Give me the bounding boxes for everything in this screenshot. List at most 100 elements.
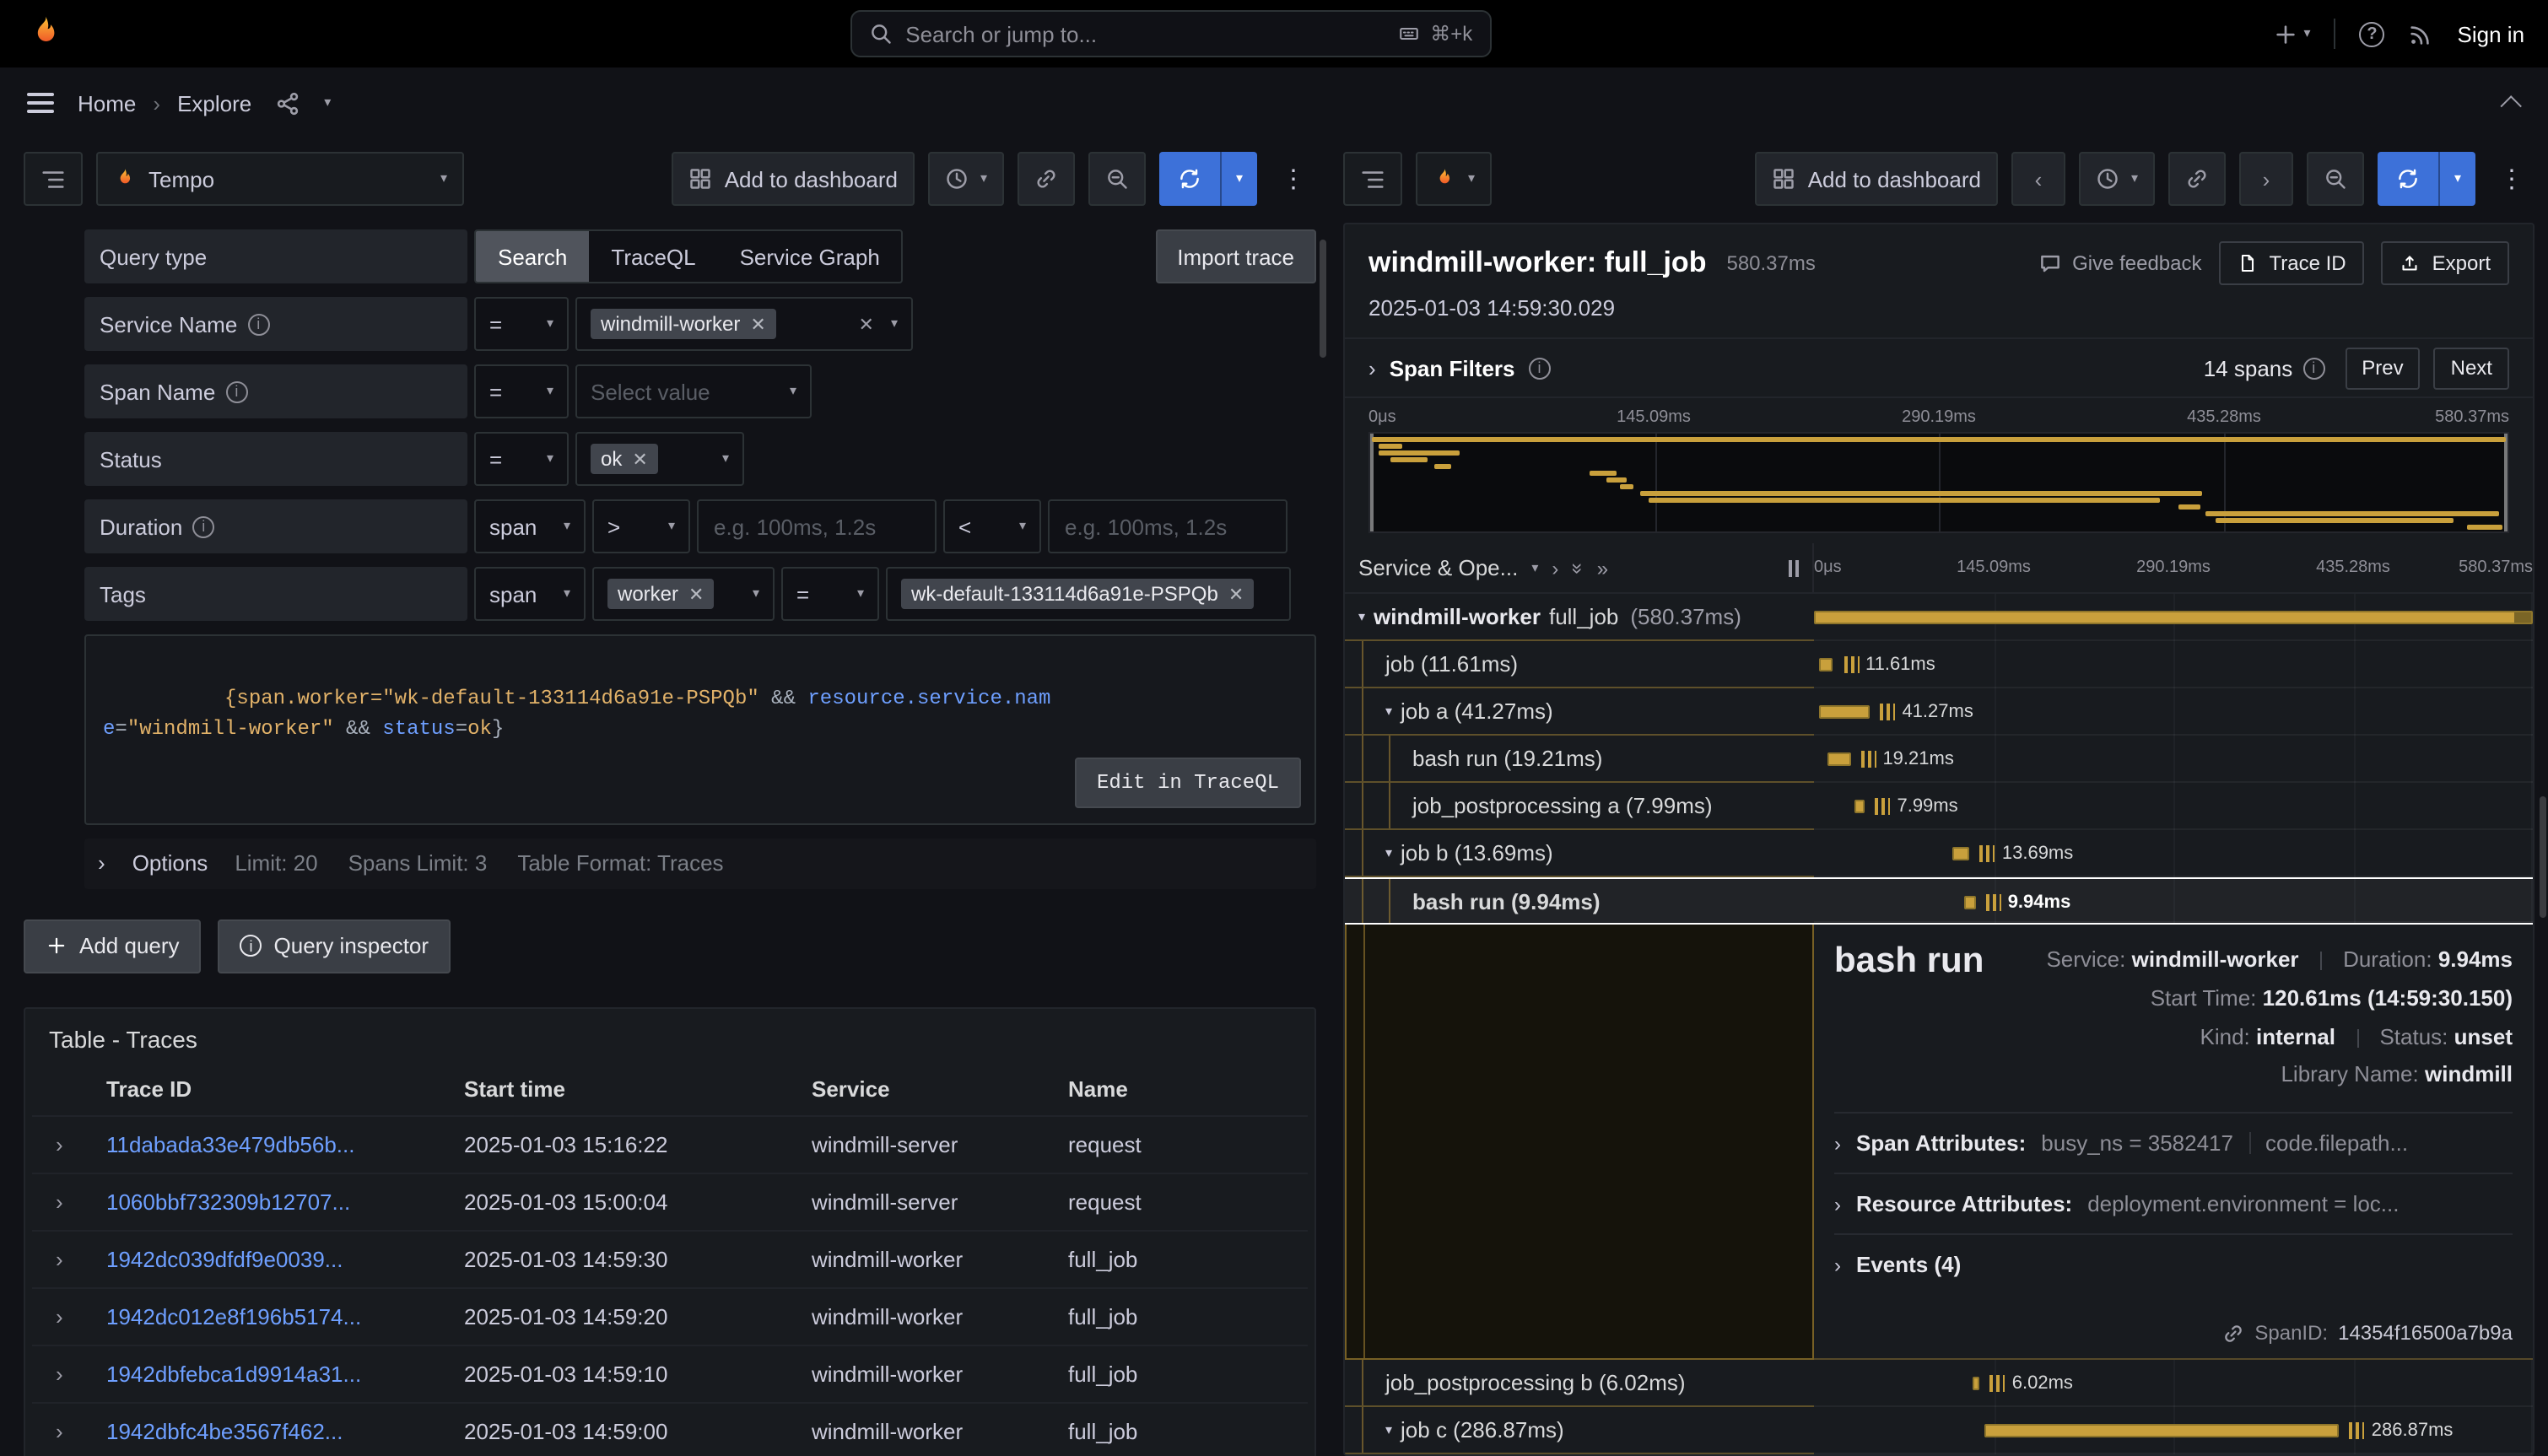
link-split-button[interactable] [1018,152,1075,206]
datasource-picker[interactable]: Tempo ▾ [96,152,464,206]
add-to-dashboard-button[interactable]: Add to dashboard [1756,152,1998,206]
time-picker-button[interactable]: ▾ [928,152,1004,206]
add-to-dashboard-button[interactable]: Add to dashboard [672,152,915,206]
export-button[interactable]: Export [2382,241,2509,285]
table-row[interactable]: ›1060bbf732309b12707...2025-01-03 15:00:… [32,1173,1308,1231]
span-track[interactable]: 7.99ms [1814,783,2533,830]
trace-id-button[interactable]: Trace ID [2219,241,2365,285]
span-track[interactable] [1814,594,2533,641]
status-value-select[interactable]: ok✕ ▾ [575,432,744,486]
row-expander-icon[interactable]: › [32,1403,93,1456]
table-row[interactable]: ›1942dbfebca1d9914a31...2025-01-03 14:59… [32,1345,1308,1403]
link-icon[interactable] [2222,1322,2244,1344]
row-expander-icon[interactable]: › [32,1173,93,1231]
resource-attributes-accordion[interactable]: › Resource Attributes: deployment.enviro… [1834,1173,2513,1233]
rss-icon[interactable] [2409,21,2434,46]
status-operator-select[interactable]: =▾ [474,432,569,486]
duration-scope-select[interactable]: span▾ [474,499,586,553]
duration-min-input[interactable]: e.g. 100ms, 1.2s [697,499,937,553]
scrollbar-thumb[interactable] [1320,240,1326,358]
duration-max-input[interactable]: e.g. 100ms, 1.2s [1048,499,1287,553]
row-expander-icon[interactable]: › [32,1345,93,1403]
span-name-cell[interactable]: job_postprocessing a (7.99ms) [1345,783,1814,830]
time-shift-back-button[interactable]: ‹ [2011,152,2065,206]
trace-id-link[interactable]: 1942dc039dfdf9e0039... [106,1247,343,1272]
span-name-cell[interactable]: ▾job b (13.69ms) [1345,830,1814,877]
span-row[interactable]: ▾windmill-workerfull_job(580.37ms) [1345,594,2533,641]
tags-scope-select[interactable]: span▾ [474,567,586,621]
import-trace-button[interactable]: Import trace [1155,229,1316,283]
events-accordion[interactable]: › Events (4) [1834,1233,2513,1294]
more-options-icon[interactable]: ⋮ [1271,164,1316,194]
chevron-down-icon[interactable]: ▾ [1385,1422,1392,1437]
span-name-value-select[interactable]: Select value▾ [575,364,812,418]
span-attributes-accordion[interactable]: › Span Attributes: busy_ns = 3582417 cod… [1834,1112,2513,1173]
span-track[interactable]: 286.87ms [1814,1407,2533,1454]
row-expander-icon[interactable]: › [32,1231,93,1288]
duration-lt-select[interactable]: <▾ [943,499,1041,553]
remove-icon[interactable]: ✕ [750,313,765,335]
span-bar[interactable] [1855,800,1865,813]
span-row[interactable]: bash run (19.21ms)19.21ms [1345,736,2533,783]
table-header-start-time[interactable]: Start time [451,1066,798,1116]
prev-span-button[interactable]: Prev [2345,347,2420,389]
service-operation-column-select[interactable]: Service & Ope... [1358,555,1518,580]
row-expander-icon[interactable]: › [32,1288,93,1345]
service-name-value-select[interactable]: windmill-worker✕ ✕ ▾ [575,297,913,351]
query-type-radio-search[interactable]: Search [476,231,589,282]
datasource-picker[interactable]: ▾ [1416,152,1492,206]
query-options-row[interactable]: › Options Limit: 20Spans Limit: 3Table F… [84,839,1316,889]
span-bar[interactable] [1972,1377,1979,1390]
next-span-button[interactable]: Next [2434,347,2509,389]
span-bar[interactable] [1963,896,1975,909]
double-chevron-down-icon[interactable]: » [1568,562,1588,573]
span-bar[interactable] [1827,752,1850,766]
query-inspector-button[interactable]: i Query inspector [219,919,451,973]
sign-in-button[interactable]: Sign in [2458,21,2525,46]
zoom-out-button[interactable] [2307,152,2364,206]
span-name-cell[interactable]: bash run (19.21ms) [1345,736,1814,783]
minimap-canvas[interactable] [1368,432,2509,533]
duration-gt-select[interactable]: >▾ [592,499,690,553]
viewport-handle-left[interactable] [1370,434,1374,531]
span-name-cell[interactable]: ▾job c (286.87ms) [1345,1407,1814,1454]
add-query-button[interactable]: Add query [24,919,202,973]
span-track[interactable]: 9.94ms [1814,879,2533,923]
remove-icon[interactable]: ✕ [1228,583,1244,605]
trace-id-link[interactable]: 1942dc012e8f196b5174... [106,1304,361,1329]
query-type-radio-service-graph[interactable]: Service Graph [718,231,902,282]
table-header-trace-id[interactable]: Trace ID [93,1066,451,1116]
remove-icon[interactable]: ✕ [632,448,647,470]
edit-in-traceql-button[interactable]: Edit in TraceQL [1075,758,1301,808]
span-row[interactable]: job_postprocessing b (6.02ms)6.02ms [1345,1360,2533,1407]
collapse-panel-icon[interactable] [2500,94,2521,116]
span-row[interactable]: bash run (9.94ms)9.94ms [1345,877,2533,925]
time-picker-button[interactable]: ▾ [2079,152,2155,206]
chevron-down-icon[interactable]: ▾ [1531,561,1538,574]
span-track[interactable]: 41.27ms [1814,688,2533,736]
more-options-icon[interactable]: ⋮ [2489,164,2535,194]
chevron-down-icon[interactable]: ▾ [1385,845,1392,860]
grafana-logo[interactable] [24,12,67,56]
span-row[interactable]: ▾job a (41.27ms)41.27ms [1345,688,2533,736]
breadcrumb-home[interactable]: Home [78,90,136,116]
span-name-cell[interactable]: ▾job a (41.27ms) [1345,688,1814,736]
trace-id-link[interactable]: 1942dbfebca1d9914a31... [106,1362,361,1387]
span-name-cell[interactable]: job_postprocessing b (6.02ms) [1345,1360,1814,1407]
row-expander-icon[interactable]: › [32,1116,93,1173]
clear-icon[interactable]: ✕ [859,313,874,335]
service-name-operator-select[interactable]: =▾ [474,297,569,351]
run-query-button[interactable]: ▾ [2378,152,2475,206]
pause-icon[interactable] [1789,559,1799,576]
table-header-name[interactable]: Name [1055,1066,1308,1116]
span-track[interactable]: 19.21ms [1814,736,2533,783]
span-row[interactable]: ▾job c (286.87ms)286.87ms [1345,1407,2533,1454]
run-query-button[interactable]: ▾ [1159,152,1257,206]
table-row[interactable]: ›1942dc039dfdf9e0039...2025-01-03 14:59:… [32,1231,1308,1288]
chevron-right-icon[interactable]: › [1552,558,1558,578]
link-split-button[interactable] [2168,152,2226,206]
breadcrumb-explore[interactable]: Explore [177,90,251,116]
table-header-service[interactable]: Service [798,1066,1055,1116]
chevron-down-icon[interactable]: ▾ [1385,704,1392,719]
menu-toggle-icon[interactable] [27,93,54,113]
